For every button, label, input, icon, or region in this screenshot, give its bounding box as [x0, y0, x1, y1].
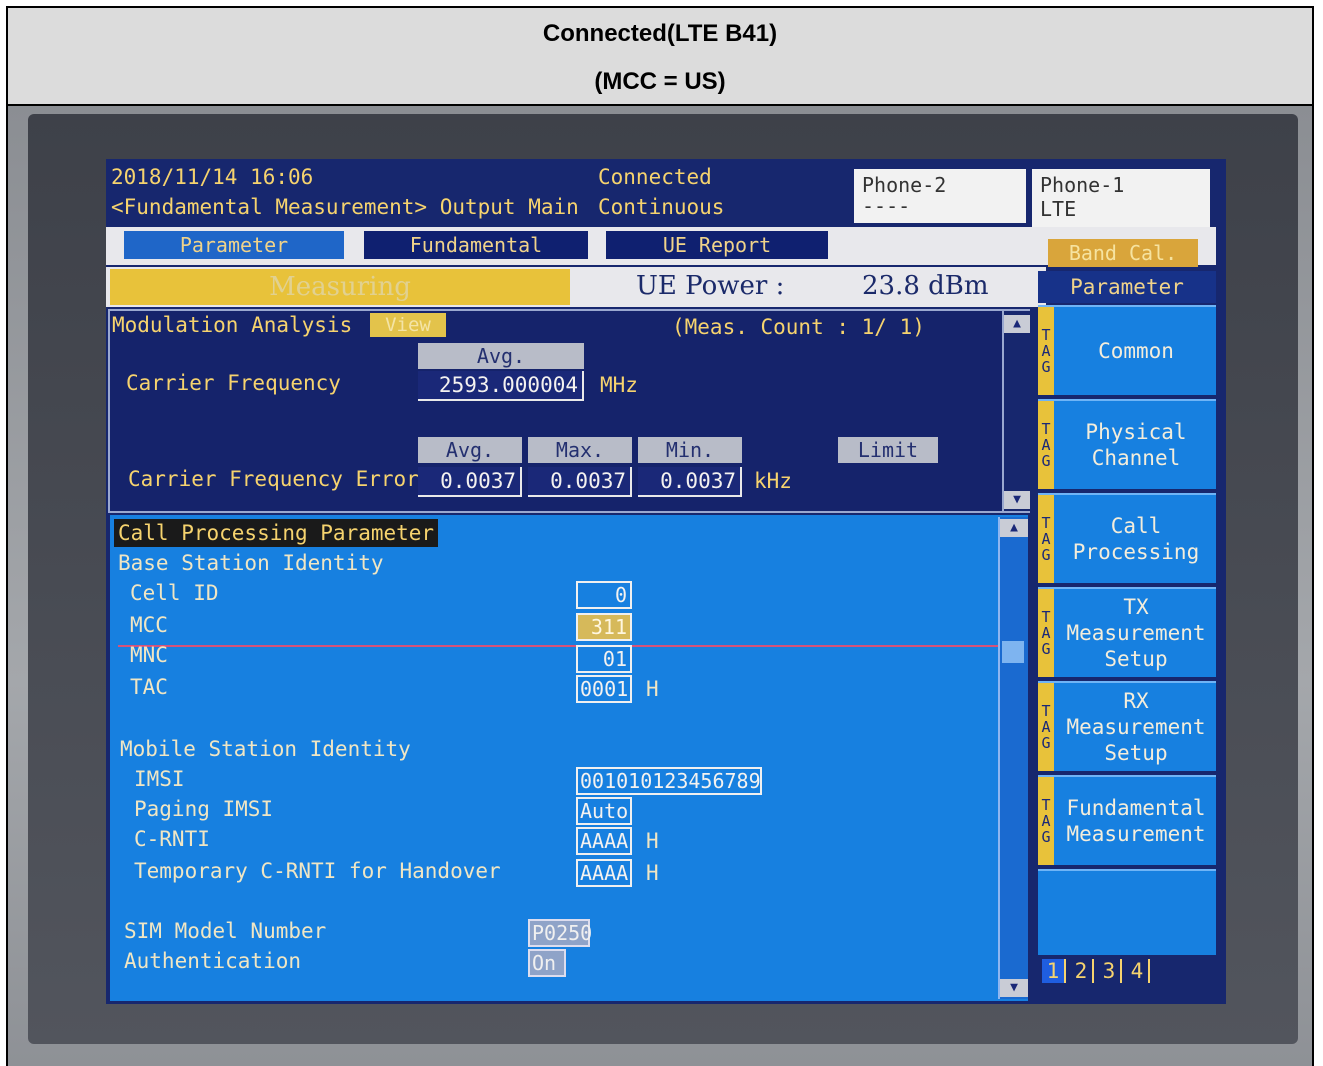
paging-imsi-field[interactable]: Auto	[576, 797, 632, 825]
sim-model-label: SIM Model Number	[124, 919, 327, 943]
phone-1-value: LTE	[1040, 197, 1077, 221]
cell-id-field[interactable]: 0	[576, 581, 632, 609]
side-button-fundamental-measurement[interactable]: TAG Fundamental Measurement	[1038, 775, 1216, 865]
tac-unit: H	[646, 677, 659, 701]
caption-line-2: (MCC = US)	[594, 68, 726, 95]
tag-marker: TAG	[1038, 683, 1054, 771]
phone-1-label: Phone-1	[1040, 173, 1125, 197]
measure-mode: Continuous	[598, 195, 725, 219]
side-button-rx-measurement-setup[interactable]: TAG RX Measurement Setup	[1038, 681, 1216, 771]
caption: Connected(LTE B41) (MCC = US)	[8, 8, 1312, 106]
imsi-label: IMSI	[134, 767, 185, 791]
tag-marker: TAG	[1038, 777, 1054, 865]
tag-marker: TAG	[1038, 401, 1054, 489]
modulation-panel: Modulation Analysis View (Meas. Count : …	[108, 309, 1030, 513]
mnc-label: MNC	[130, 643, 168, 667]
cfe-max-header: Max.	[528, 437, 632, 463]
side-button-physical-channel[interactable]: TAG Physical Channel	[1038, 399, 1216, 489]
tab-fundamental[interactable]: Fundamental	[364, 231, 588, 259]
tac-label: TAC	[130, 675, 168, 699]
cfe-avg-header: Avg.	[418, 437, 522, 463]
side-button-label: TX Measurement Setup	[1066, 595, 1206, 671]
cp-scroll-thumb[interactable]	[1002, 641, 1024, 663]
temp-c-rnti-unit: H	[646, 861, 659, 885]
modulation-scrollbar[interactable]: ▲ ▼	[1002, 311, 1030, 511]
ue-power-label: UE Power :	[636, 271, 785, 301]
ue-power-value: 23.8 dBm	[862, 271, 989, 301]
page-4[interactable]: 4	[1126, 959, 1150, 983]
tac-field[interactable]: 0001	[576, 675, 632, 703]
measuring-indicator: Measuring	[110, 269, 570, 305]
cfe-label: Carrier Frequency Error	[128, 467, 419, 491]
tag-marker: TAG	[1038, 495, 1054, 583]
call-processing-panel: Call Processing Parameter Base Station I…	[110, 515, 1028, 1001]
call-processing-title: Call Processing Parameter	[114, 519, 439, 547]
selection-line	[118, 645, 998, 647]
datetime: 2018/11/14 16:06	[111, 165, 314, 189]
side-button-label: Physical Channel	[1085, 420, 1187, 470]
phone-2-value: ----	[862, 194, 911, 218]
view-button[interactable]: View	[370, 313, 446, 337]
tab-ue-report[interactable]: UE Report	[606, 231, 828, 259]
cfe-limit-header: Limit	[838, 437, 938, 463]
temp-c-rnti-label: Temporary C-RNTI for Handover	[134, 859, 501, 883]
c-rnti-label: C-RNTI	[134, 827, 210, 851]
cfe-max-value: 0.0037	[528, 467, 632, 497]
carrier-freq-avg-header: Avg.	[418, 343, 584, 369]
page-2[interactable]: 2	[1070, 959, 1094, 983]
paging-imsi-label: Paging IMSI	[134, 797, 274, 821]
c-rnti-unit: H	[646, 829, 659, 853]
tag-marker: TAG	[1038, 589, 1054, 677]
carrier-frequency-value: 2593.000004	[418, 371, 584, 401]
modulation-title: Modulation Analysis	[112, 313, 353, 337]
carrier-frequency-label: Carrier Frequency	[126, 371, 341, 395]
cfe-unit: kHz	[754, 469, 792, 493]
screen-name: <Fundamental Measurement> Output Main	[111, 195, 579, 219]
side-button-label: Call Processing	[1072, 514, 1200, 564]
mcc-label: MCC	[130, 613, 168, 637]
connection-status: Connected	[598, 165, 712, 189]
call-processing-scrollbar[interactable]: ▲ ▼	[998, 517, 1028, 999]
mobile-station-identity-heading: Mobile Station Identity	[120, 737, 411, 761]
page-1[interactable]: 1	[1042, 959, 1066, 983]
page-selector[interactable]: 1234	[1042, 959, 1154, 983]
imsi-field[interactable]: 001010123456789	[576, 767, 762, 795]
mcc-field[interactable]: 311	[576, 613, 632, 641]
cp-scroll-down-icon[interactable]: ▼	[1000, 979, 1028, 997]
authentication-label: Authentication	[124, 949, 302, 973]
tag-marker: TAG	[1038, 307, 1054, 395]
scroll-down-icon[interactable]: ▼	[1004, 491, 1030, 509]
carrier-frequency-unit: MHz	[600, 373, 638, 397]
side-button-call-processing[interactable]: TAG Call Processing	[1038, 493, 1216, 583]
side-button-label: Fundamental Measurement	[1066, 796, 1206, 846]
tester-screen: 2018/11/14 16:06 <Fundamental Measuremen…	[106, 159, 1226, 1004]
side-button-empty[interactable]	[1038, 869, 1216, 955]
side-button-label: RX Measurement Setup	[1066, 689, 1206, 765]
side-button-tx-measurement-setup[interactable]: TAG TX Measurement Setup	[1038, 587, 1216, 677]
phone-2-status: Phone-2 ----	[854, 169, 1026, 223]
cp-scroll-up-icon[interactable]: ▲	[1000, 519, 1028, 537]
authentication-field[interactable]: On	[528, 949, 566, 977]
cell-id-label: Cell ID	[130, 581, 219, 605]
meas-count: (Meas. Count : 1/ 1)	[672, 315, 925, 339]
sim-model-field[interactable]: P0250	[528, 919, 592, 947]
cfe-avg-value: 0.0037	[418, 467, 522, 497]
instrument-photo: 2018/11/14 16:06 <Fundamental Measuremen…	[8, 106, 1312, 1066]
cfe-min-header: Min.	[638, 437, 742, 463]
caption-line-1: Connected(LTE B41)	[542, 20, 778, 47]
mnc-field[interactable]: 01	[576, 645, 632, 673]
c-rnti-field[interactable]: AAAA	[576, 827, 632, 855]
base-station-identity-heading: Base Station Identity	[118, 551, 384, 575]
side-menu-header: Parameter	[1038, 271, 1216, 303]
scroll-up-icon[interactable]: ▲	[1004, 315, 1030, 333]
temp-c-rnti-field[interactable]: AAAA	[576, 859, 632, 887]
phone-1-status: Phone-1 LTE	[1032, 169, 1210, 229]
monitor-bezel: 2018/11/14 16:06 <Fundamental Measuremen…	[28, 114, 1298, 1044]
side-button-common[interactable]: TAG Common	[1038, 305, 1216, 395]
band-cal-button[interactable]: Band Cal.	[1048, 239, 1198, 267]
cfe-min-value: 0.0037	[638, 467, 742, 497]
side-button-label: Common	[1098, 339, 1174, 363]
page-3[interactable]: 3	[1098, 959, 1122, 983]
tab-parameter[interactable]: Parameter	[124, 231, 344, 259]
